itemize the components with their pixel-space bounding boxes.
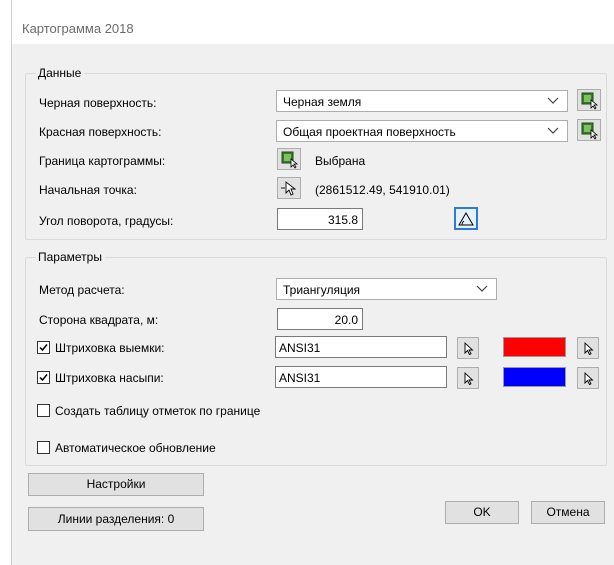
fill-hatch-pattern-input[interactable]: ANSI31 xyxy=(275,366,447,388)
start-point-label: Начальная точка: xyxy=(39,183,137,197)
black-surface-pick-button[interactable] xyxy=(577,89,601,111)
auto-update-label: Автоматическое обновление xyxy=(55,441,216,455)
create-table-label: Создать таблицу отметок по границе xyxy=(55,404,261,418)
cursor-pick-icon xyxy=(278,178,300,198)
settings-button[interactable]: Настройки xyxy=(28,473,204,496)
cursor-pick-icon xyxy=(458,368,478,388)
method-label: Метод расчета: xyxy=(39,283,125,297)
black-surface-combo[interactable]: Черная земля xyxy=(276,90,568,112)
rotation-angle-input[interactable]: 315.8 xyxy=(277,208,363,230)
chevron-down-icon xyxy=(547,94,559,106)
cut-hatch-color-button[interactable] xyxy=(577,337,599,359)
rotation-label: Угол поворота, градусы: xyxy=(39,214,174,228)
start-point-coords: (2861512.49, 541910.01) xyxy=(315,183,450,197)
square-side-input[interactable]: 20.0 xyxy=(277,308,363,330)
red-surface-label: Красная поверхность: xyxy=(39,125,162,139)
split-lines-button[interactable]: Линии разделения: 0 xyxy=(28,507,204,531)
cursor-pick-icon xyxy=(458,338,478,358)
params-group-legend: Параметры xyxy=(36,250,105,264)
cut-hatch-pattern-button[interactable] xyxy=(457,337,479,359)
cursor-pick-icon xyxy=(578,368,598,388)
chevron-down-icon xyxy=(476,282,488,294)
select-object-icon xyxy=(578,120,600,140)
create-table-checkbox[interactable] xyxy=(37,404,50,417)
red-surface-combo[interactable]: Общая проектная поверхность xyxy=(276,120,568,142)
cut-hatch-label: Штриховка выемки: xyxy=(55,341,165,355)
square-side-label: Сторона квадрата, м: xyxy=(39,313,159,327)
fill-hatch-pattern-button[interactable] xyxy=(457,367,479,389)
start-point-pick-button[interactable] xyxy=(277,177,301,199)
fill-hatch-label: Штриховка насыпи: xyxy=(55,371,164,385)
fill-hatch-checkbox[interactable] xyxy=(37,371,50,384)
title-bar: Картограмма 2018 xyxy=(12,0,614,44)
ok-button[interactable]: OK xyxy=(445,501,519,524)
fill-hatch-color-swatch[interactable] xyxy=(503,367,566,387)
boundary-label: Граница картограммы: xyxy=(39,154,166,168)
cut-hatch-pattern-input[interactable]: ANSI31 xyxy=(275,336,447,358)
select-object-icon xyxy=(578,90,600,110)
boundary-status: Выбрана xyxy=(315,154,366,168)
cursor-pick-icon xyxy=(578,338,598,358)
angle-icon xyxy=(456,209,476,228)
data-group-legend: Данные xyxy=(36,66,85,80)
select-object-icon xyxy=(278,149,300,169)
angle-pick-button[interactable] xyxy=(454,207,478,230)
checkmark-icon xyxy=(38,342,49,353)
window-title: Картограмма 2018 xyxy=(22,21,134,36)
checkmark-icon xyxy=(38,372,49,383)
cut-hatch-color-swatch[interactable] xyxy=(503,337,566,357)
cut-hatch-checkbox[interactable] xyxy=(37,341,50,354)
method-combo[interactable]: Триангуляция xyxy=(276,278,497,300)
boundary-pick-button[interactable] xyxy=(277,148,301,170)
cancel-button[interactable]: Отмена xyxy=(531,501,605,524)
auto-update-checkbox[interactable] xyxy=(37,441,50,454)
red-surface-pick-button[interactable] xyxy=(577,119,601,141)
black-surface-label: Черная поверхность: xyxy=(39,96,157,110)
fill-hatch-color-button[interactable] xyxy=(577,367,599,389)
chevron-down-icon xyxy=(547,124,559,136)
